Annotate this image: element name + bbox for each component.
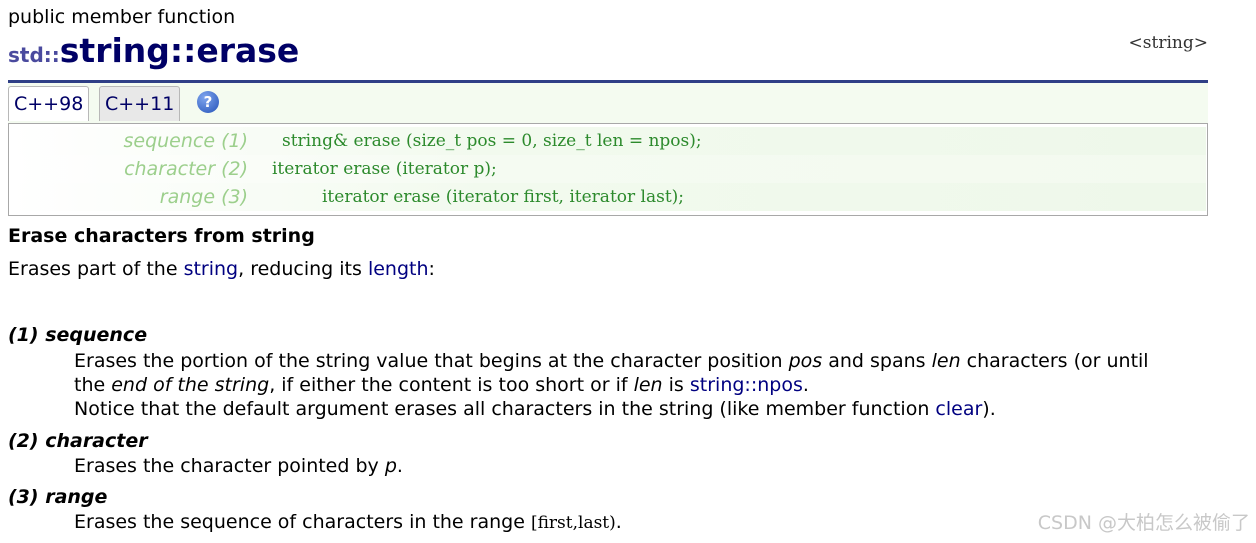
- param-name: len: [633, 374, 663, 396]
- title-function: erase: [196, 31, 300, 70]
- watermark: CSDN @大柏怎么被偷了: [1037, 512, 1250, 534]
- prototype-row: range (3) iterator erase (iterator first…: [10, 183, 1206, 211]
- desc-text: characters (or until: [960, 350, 1149, 372]
- header-file-link[interactable]: <string>: [1129, 33, 1208, 53]
- prototype-label: character (2): [124, 158, 248, 180]
- help-icon[interactable]: ?: [197, 91, 219, 113]
- desc-text: the: [74, 374, 112, 396]
- param-name: len: [931, 350, 961, 372]
- title-separator: ::: [169, 31, 197, 70]
- page-title: std::string::erase: [8, 31, 299, 70]
- tab-cpp98[interactable]: C++98: [8, 86, 90, 121]
- prototype-label: range (3): [159, 186, 248, 208]
- lead-text: :: [428, 258, 435, 280]
- desc-text: .: [396, 455, 403, 477]
- title-class: string: [59, 31, 170, 70]
- range-code: [first,last): [530, 513, 616, 533]
- param-desc-character: Erases the character pointed by p.: [74, 454, 1214, 478]
- desc-text: .: [802, 374, 809, 396]
- title-namespace: std::: [8, 43, 60, 67]
- desc-text: is: [662, 374, 690, 396]
- member-kind-label: public member function: [8, 6, 236, 28]
- desc-text: ).: [982, 398, 996, 420]
- param-term-character: (2) character: [8, 430, 148, 452]
- npos-link[interactable]: string::npos: [690, 374, 803, 396]
- desc-line: the end of the string, if either the con…: [74, 373, 1214, 397]
- string-link[interactable]: string: [184, 258, 239, 280]
- prototypes-box: sequence (1) string& erase (size_t pos =…: [8, 123, 1208, 216]
- desc-line: Erases the character pointed by p.: [74, 454, 1214, 478]
- desc-text: Erases the character pointed by: [74, 455, 385, 477]
- intro-lead: Erases part of the string, reducing its …: [8, 258, 435, 280]
- param-desc-sequence: Erases the portion of the string value t…: [74, 349, 1214, 421]
- desc-text: and spans: [822, 350, 932, 372]
- desc-text: , if either the content is too short or …: [269, 374, 634, 396]
- desc-text: Erases the sequence of characters in the…: [74, 511, 531, 533]
- param-term-range: (3) range: [8, 486, 108, 508]
- prototype-row: sequence (1) string& erase (size_t pos =…: [10, 127, 1206, 155]
- param-name: p: [384, 455, 397, 477]
- param-term-sequence: (1) sequence: [8, 324, 148, 346]
- prototype-code: iterator erase (iterator p);: [272, 159, 497, 179]
- desc-line: Notice that the default argument erases …: [74, 397, 1214, 421]
- section-title: Erase characters from string: [8, 225, 315, 247]
- prototype-row: character (2) iterator erase (iterator p…: [10, 155, 1206, 183]
- length-link[interactable]: length: [368, 258, 429, 280]
- prototype-code: iterator erase (iterator first, iterator…: [322, 187, 685, 207]
- desc-line: Erases the portion of the string value t…: [74, 349, 1214, 373]
- tab-cpp11[interactable]: C++11: [99, 86, 181, 121]
- tabs-band: [8, 83, 1208, 123]
- prototype-code: string& erase (size_t pos = 0, size_t le…: [282, 131, 702, 151]
- clear-link[interactable]: clear: [935, 398, 982, 420]
- param-name: pos: [788, 350, 823, 372]
- lead-text: , reducing its: [238, 258, 368, 280]
- lead-text: Erases part of the: [8, 258, 184, 280]
- desc-text: Erases the portion of the string value t…: [74, 350, 789, 372]
- prototype-label: sequence (1): [123, 130, 248, 152]
- desc-text: Notice that the default argument erases …: [74, 398, 936, 420]
- desc-text: .: [615, 511, 622, 533]
- emphasis-text: end of the string: [111, 374, 270, 396]
